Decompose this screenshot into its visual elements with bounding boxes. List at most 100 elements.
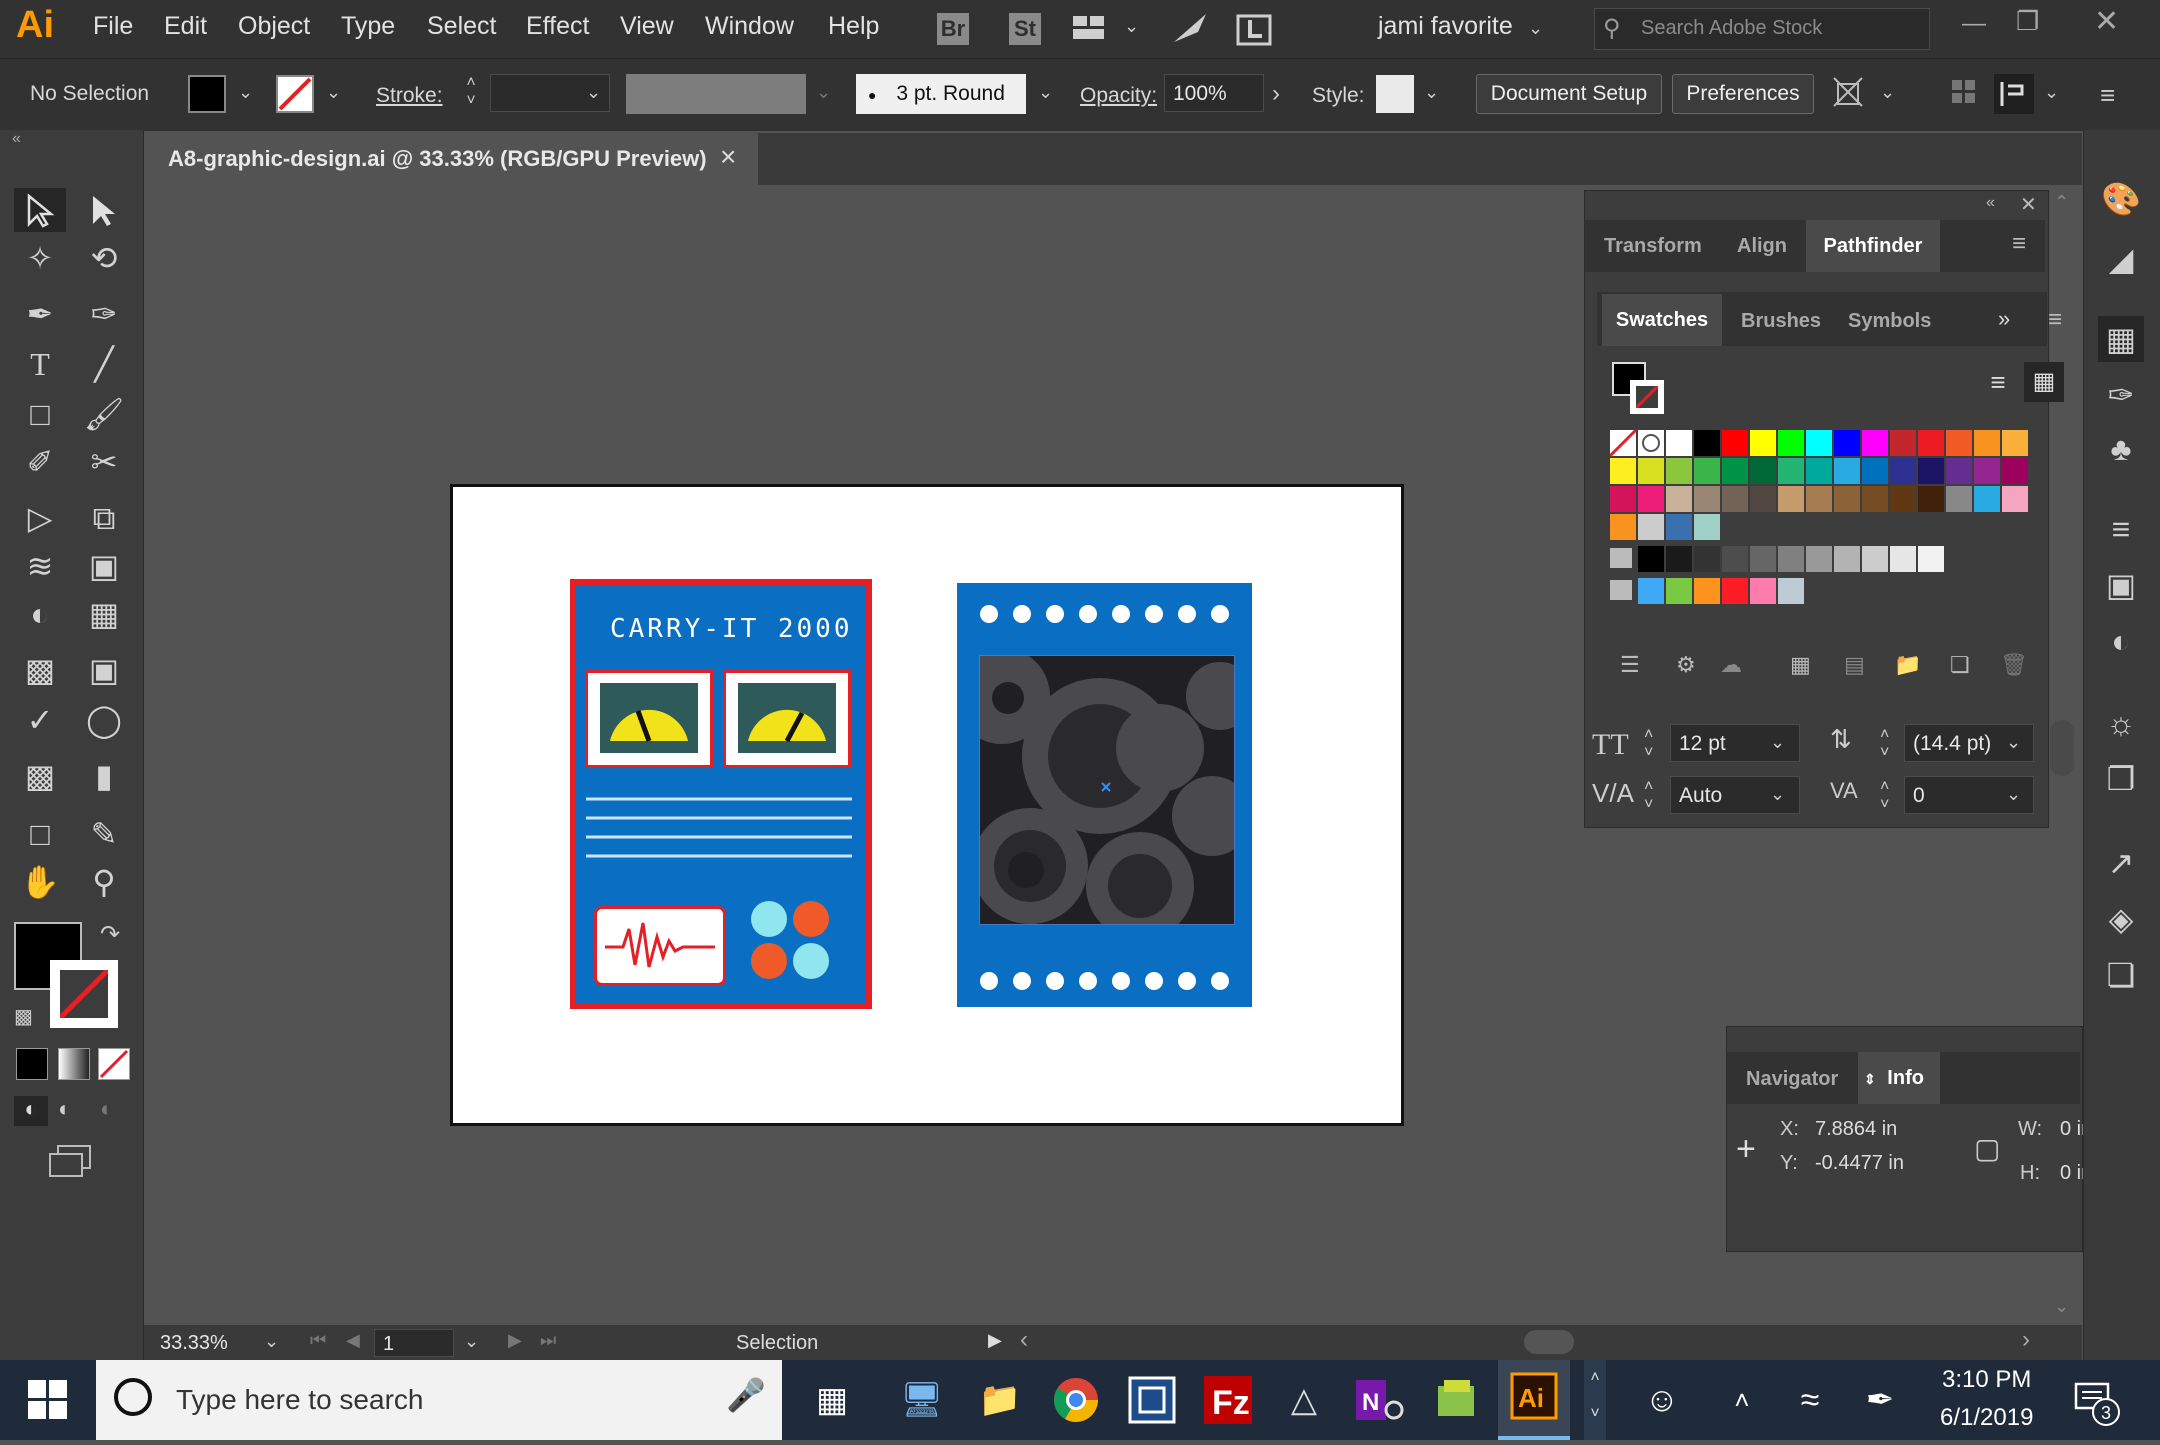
horizontal-scrollbar-thumb[interactable] xyxy=(1524,1330,1574,1354)
font-size-stepper[interactable]: ˄ ˅ xyxy=(1644,726,1653,762)
opacity-arrow-icon[interactable]: › xyxy=(1272,80,1280,108)
color-mode-icon[interactable] xyxy=(16,1048,48,1080)
swatch-options-icon[interactable]: ▦ xyxy=(1790,652,1811,678)
artboards-dock-icon[interactable]: ❏ xyxy=(2098,952,2144,998)
tab-navigator[interactable]: Navigator xyxy=(1746,1068,1838,1091)
menu-file[interactable]: File xyxy=(93,12,133,41)
menu-object[interactable]: Object xyxy=(238,12,310,41)
close-document-icon[interactable]: × xyxy=(720,141,736,173)
close-window-button[interactable]: ✕ xyxy=(2094,4,2119,39)
artboard-number-field[interactable]: 1 xyxy=(374,1329,454,1357)
scroll-right-icon[interactable]: › xyxy=(2022,1326,2030,1354)
default-fill-stroke-icon[interactable]: ▩ xyxy=(14,1004,33,1029)
line-segment-tool-icon[interactable]: ╱ xyxy=(78,342,130,386)
tab-symbols[interactable]: Symbols xyxy=(1848,310,1931,333)
menu-effect[interactable]: Effect xyxy=(526,12,589,41)
transparency-dock-icon[interactable]: ◐ xyxy=(2098,618,2144,664)
draw-behind-icon[interactable]: ◐ xyxy=(58,1096,71,1122)
show-swatch-kinds-icon[interactable]: ⚙ xyxy=(1676,652,1696,678)
bridge-button[interactable]: Br xyxy=(937,13,969,45)
shape-builder-tool-icon[interactable]: ◐ xyxy=(14,592,66,636)
clock-time[interactable]: 3:10 PM xyxy=(1942,1366,2031,1394)
opacity-field[interactable]: 100% xyxy=(1164,74,1264,112)
brush-definition[interactable]: ● 3 pt. Round xyxy=(856,74,1026,114)
variable-width-profile[interactable] xyxy=(626,74,806,114)
font-size-dropdown-icon[interactable]: ⌄ xyxy=(1770,732,1785,753)
taskbar-overflow-icon[interactable]: ˄ ˅ xyxy=(1584,1360,1606,1440)
stroke-weight-dropdown-icon[interactable]: ⌄ xyxy=(586,82,601,103)
file-explorer-icon[interactable]: 📁 xyxy=(972,1372,1028,1428)
reflect-tool-icon[interactable]: ▷ xyxy=(14,496,66,540)
menu-help[interactable]: Help xyxy=(828,12,879,41)
scroll-left-icon[interactable]: ‹ xyxy=(1020,1326,1028,1354)
stock-button[interactable]: St xyxy=(1009,13,1041,45)
onenote-icon[interactable]: N xyxy=(1352,1372,1408,1428)
first-artboard-icon[interactable]: ⏮ xyxy=(310,1330,326,1351)
delete-swatch-icon[interactable]: 🗑 xyxy=(2000,652,2028,678)
zoom-tool-icon[interactable]: ⚲ xyxy=(78,860,130,904)
artboard-dropdown-icon[interactable]: ⌄ xyxy=(464,1331,479,1352)
share-icon[interactable] xyxy=(1236,12,1274,46)
filezilla-icon[interactable]: Fz xyxy=(1200,1372,1256,1428)
profile-dropdown-icon[interactable]: ⌄ xyxy=(816,82,831,103)
menu-select[interactable]: Select xyxy=(427,12,496,41)
package-app-icon[interactable] xyxy=(1428,1372,1484,1428)
gpu-performance-icon[interactable] xyxy=(1170,10,1210,46)
appearance-dock-icon[interactable]: ☼ xyxy=(2098,700,2144,746)
control-panel-app-icon[interactable]: 🖥 xyxy=(894,1372,950,1428)
leading-stepper[interactable]: ˄ ˅ xyxy=(1880,726,1889,762)
prev-artboard-icon[interactable]: ◀ xyxy=(346,1330,360,1351)
column-graph-tool-icon[interactable]: ▮ xyxy=(78,754,130,798)
layers-dock-icon[interactable]: ◈ xyxy=(2098,896,2144,942)
gradient-tool-icon[interactable]: ▣ xyxy=(78,648,130,692)
triangle-app-icon[interactable]: △ xyxy=(1276,1372,1332,1428)
tracking-stepper[interactable]: ˄ ˅ xyxy=(1880,778,1889,814)
menu-type[interactable]: Type xyxy=(341,12,395,41)
top-panel-menu-icon[interactable]: ≡ xyxy=(2012,230,2026,258)
search-stock-field[interactable]: ⚲ Search Adobe Stock xyxy=(1594,8,1930,50)
fill-dropdown-icon[interactable]: ⌄ xyxy=(238,82,253,103)
blend-tool-icon[interactable]: ◯ xyxy=(78,698,130,742)
stroke-dropdown-icon[interactable]: ⌄ xyxy=(326,82,341,103)
style-dropdown-icon[interactable]: ⌄ xyxy=(1424,82,1439,103)
artboard-tool-icon[interactable]: □ xyxy=(14,812,66,856)
color-group-icon[interactable]: ▤ xyxy=(1844,652,1865,678)
scale-tool-icon[interactable]: ⧉ xyxy=(78,496,130,540)
swatch-grid[interactable] xyxy=(1608,428,2030,634)
scissors-tool-icon[interactable]: ✂ xyxy=(78,440,130,484)
tab-swatches[interactable]: Swatches xyxy=(1602,294,1722,346)
paintbrush-tool-icon[interactable]: 🖌 xyxy=(78,392,130,436)
swatch-stroke-indicator[interactable] xyxy=(1630,380,1664,414)
grid-view-icon[interactable]: ▦ xyxy=(2024,362,2064,402)
transform-options-icon[interactable] xyxy=(1832,76,1870,112)
user-dropdown-icon[interactable]: ⌄ xyxy=(1528,18,1543,39)
stroke-weight-stepper[interactable]: ˄ ˅ xyxy=(456,74,486,114)
screen-mode-icon[interactable] xyxy=(48,1144,92,1178)
stroke-swatch[interactable] xyxy=(276,75,314,113)
graphic-styles-dock-icon[interactable]: ❐ xyxy=(2098,756,2144,802)
slice-tool-icon[interactable]: ✎ xyxy=(78,812,130,856)
transform-dropdown-icon[interactable]: ⌄ xyxy=(1880,82,1895,103)
preferences-button[interactable]: Preferences xyxy=(1672,74,1814,114)
eyedropper-tool-icon[interactable]: ✓ xyxy=(14,698,66,742)
leading-dropdown-icon[interactable]: ⌄ xyxy=(2006,732,2021,753)
free-transform-tool-icon[interactable]: ▣ xyxy=(78,544,130,588)
selection-tool-icon[interactable] xyxy=(14,188,66,232)
tab-align[interactable]: Align xyxy=(1737,235,1787,258)
export-dock-icon[interactable]: ↗ xyxy=(2098,840,2144,886)
mesh-tool-icon[interactable]: ▩ xyxy=(14,648,66,692)
align-options-icon[interactable] xyxy=(1952,80,1976,104)
isolate-dropdown-icon[interactable]: ⌄ xyxy=(2044,82,2059,103)
tab-transform[interactable]: Transform xyxy=(1604,235,1702,258)
minimize-button[interactable]: — xyxy=(1962,10,1986,38)
menu-view[interactable]: View xyxy=(620,12,674,41)
collapse-toolbar-icon[interactable]: « xyxy=(12,130,21,148)
graphic-style-swatch[interactable] xyxy=(1376,75,1414,113)
last-artboard-icon[interactable]: ⏭ xyxy=(540,1330,556,1351)
panel-scrollbar[interactable] xyxy=(2050,720,2074,776)
document-tab[interactable]: A8-graphic-design.ai @ 33.33% (RGB/GPU P… xyxy=(144,133,758,185)
taskbar-search-box[interactable]: Type here to search 🎤 xyxy=(96,1360,782,1440)
document-setup-button[interactable]: Document Setup xyxy=(1476,74,1662,114)
symbols-dock-icon[interactable]: ♣ xyxy=(2098,426,2144,472)
opacity-label[interactable]: Opacity: xyxy=(1080,84,1157,108)
